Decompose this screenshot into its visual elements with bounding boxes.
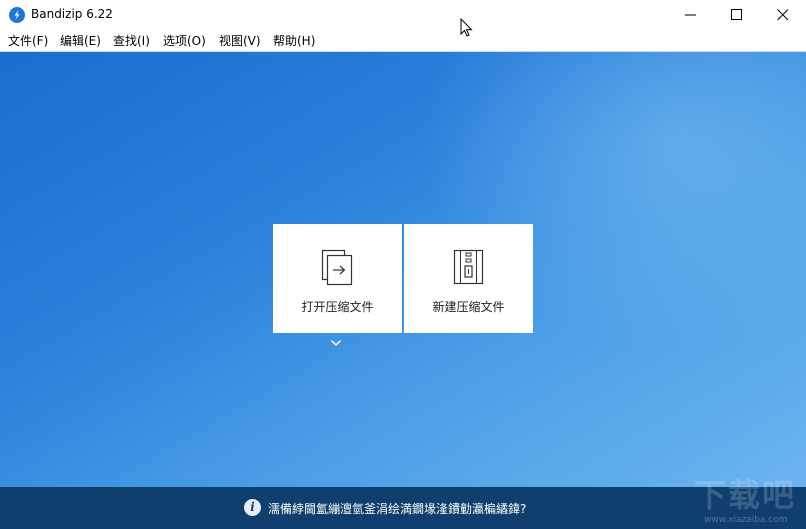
- bandizip-logo-icon: [9, 7, 25, 23]
- menu-options[interactable]: 选项(O): [163, 32, 206, 49]
- menu-view[interactable]: 视图(V): [219, 32, 261, 49]
- status-tip-text[interactable]: 濡備綍閫氳繃澶氫釜涓绘満鐗堟湰鐨勭瀛楄繘鍏?: [268, 500, 526, 517]
- watermark-url: www.xiazaiba.com: [704, 515, 788, 525]
- chevron-down-icon[interactable]: [330, 338, 342, 348]
- new-archive-icon: [453, 249, 484, 285]
- open-archive-button[interactable]: 打开压缩文件: [273, 224, 402, 333]
- open-archive-icon: [321, 249, 353, 286]
- menu-file[interactable]: 文件(F): [8, 32, 48, 49]
- close-icon: [777, 9, 789, 21]
- maximize-icon: [731, 9, 742, 20]
- window-title: Bandizip 6.22: [31, 7, 113, 21]
- status-bar: i 濡備綍閫氳繃澶氫釜涓绘満鐗堟湰鐨勭瀛楄繘鍏?: [0, 487, 806, 529]
- title-bar[interactable]: Bandizip 6.22: [0, 0, 806, 30]
- mouse-cursor-icon: [460, 18, 473, 37]
- watermark-logo: 下载吧: [694, 476, 797, 514]
- bandizip-window: Bandizip 6.22 文件(F) 编辑(E) 查找(I) 选项(O) 视图…: [0, 0, 806, 529]
- open-archive-label: 打开压缩文件: [301, 300, 374, 314]
- menu-help[interactable]: 帮助(H): [273, 32, 315, 49]
- menu-bar: 文件(F) 编辑(E) 查找(I) 选项(O) 视图(V) 帮助(H): [0, 30, 806, 52]
- close-button[interactable]: [760, 0, 806, 30]
- new-archive-button[interactable]: 新建压缩文件: [404, 224, 533, 333]
- minimize-button[interactable]: [668, 0, 714, 30]
- minimize-icon: [685, 14, 696, 16]
- new-archive-label: 新建压缩文件: [432, 300, 505, 314]
- info-icon: i: [244, 499, 261, 516]
- menu-edit[interactable]: 编辑(E): [60, 32, 101, 49]
- maximize-button[interactable]: [714, 0, 760, 30]
- main-panel: 打开压缩文件 新建压缩文件: [0, 52, 806, 487]
- menu-find[interactable]: 查找(I): [113, 32, 150, 49]
